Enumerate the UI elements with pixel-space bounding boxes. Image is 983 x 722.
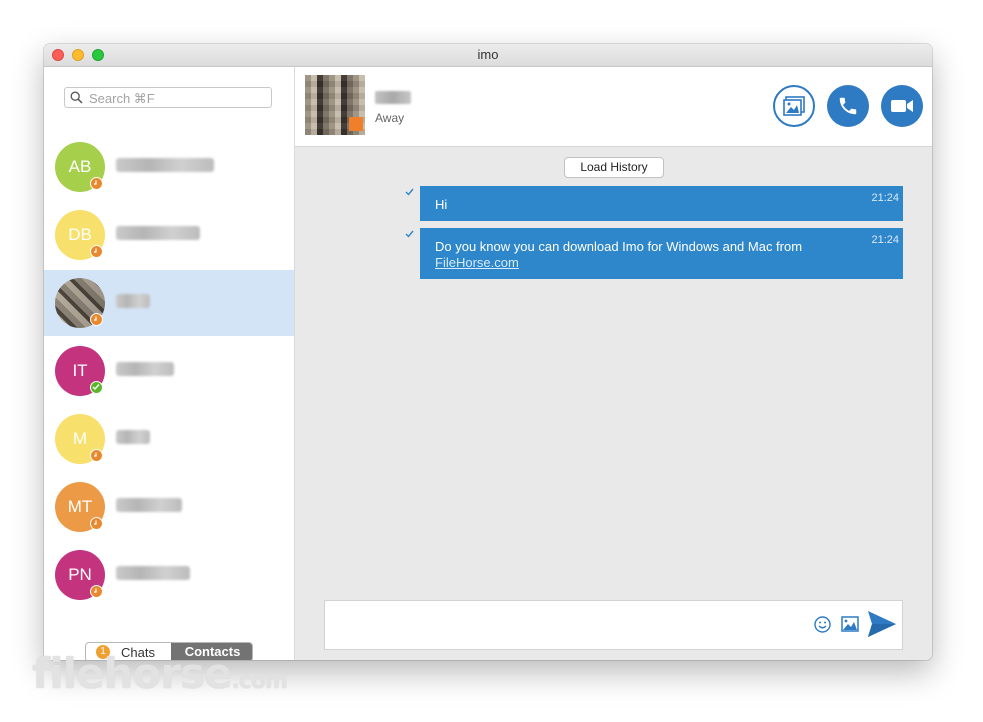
message-input[interactable] [335,609,809,645]
delivered-check-icon [405,188,414,196]
send-icon[interactable] [867,610,897,638]
message-link[interactable]: FileHorse.com [435,255,519,270]
away-status-icon [90,517,103,530]
away-status-icon [90,449,103,462]
contact-row[interactable]: AB [44,134,294,200]
contact-row[interactable]: IT [44,338,294,404]
contact-name [116,498,182,512]
contact-status: Away [375,111,405,125]
video-icon [891,100,913,112]
contact-row[interactable]: DB [44,202,294,268]
load-history-button[interactable]: Load History [564,157,664,178]
contact-row[interactable]: PN [44,542,294,608]
message-bubble[interactable]: Do you know you can download Imo for Win… [405,228,903,279]
search-icon [70,91,83,104]
contact-avatar[interactable] [305,75,365,135]
contact-row[interactable]: MT [44,474,294,540]
message-bubble[interactable]: Hi 21:24 [405,186,903,221]
zoom-window-button[interactable] [92,49,104,61]
chat-header: Away [295,67,932,147]
message-text: Hi [435,197,448,212]
message-time: 21:24 [871,192,899,204]
away-status-icon [90,245,103,258]
contact-name [116,226,200,240]
title-bar: imo [44,44,932,67]
phone-icon [839,97,857,115]
message-composer [324,600,903,650]
image-icon[interactable] [841,616,859,632]
contact-name [116,158,214,172]
emoji-icon[interactable] [814,616,831,633]
photo-icon [783,96,805,116]
away-status-icon [90,585,103,598]
close-window-button[interactable] [52,49,64,61]
contact-name [116,362,174,376]
away-status-icon [90,177,103,190]
send-photo-button[interactable] [773,85,815,127]
search-box[interactable] [64,87,272,108]
online-status-icon [90,381,103,394]
contact-row[interactable] [44,270,294,336]
watermark-logo: filehorse.com [32,649,288,698]
contacts-sidebar: ABDBITMMTPN 1 Chats Contacts [44,67,295,660]
contact-row[interactable]: M [44,406,294,472]
away-status-icon [90,313,103,326]
message-time: 21:24 [871,234,899,246]
contact-name [116,566,190,580]
message-text: Do you know you can download Imo for Win… [435,239,803,254]
app-window: imo ABDBITMMTPN 1 Chats Contacts Away [44,44,932,660]
window-title: imo [477,47,499,62]
minimize-window-button[interactable] [72,49,84,61]
delivered-check-icon [405,230,414,238]
contact-name [116,294,150,308]
voice-call-button[interactable] [827,85,869,127]
search-input[interactable] [87,89,261,108]
video-call-button[interactable] [881,85,923,127]
contact-name [375,91,411,104]
contact-name [116,430,150,444]
